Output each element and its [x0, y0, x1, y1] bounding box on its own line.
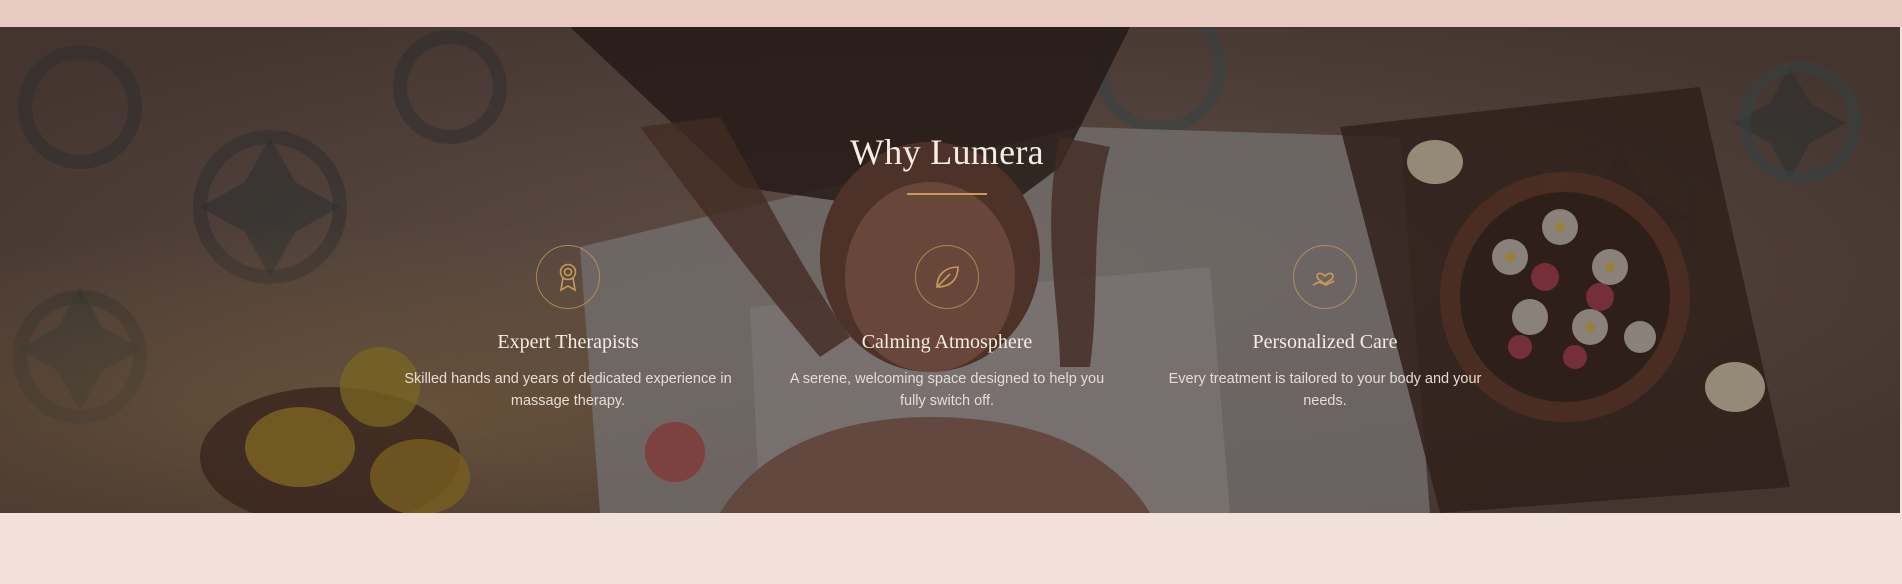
- feature-expert-therapists: Expert Therapists Skilled hands and year…: [398, 245, 738, 412]
- award-ribbon-icon: [536, 245, 600, 309]
- title-underline: [907, 193, 987, 195]
- section-title: Why Lumera: [850, 132, 1044, 172]
- heart-hand-icon: [1293, 245, 1357, 309]
- feature-personalized-care: Personalized Care Every treatment is tai…: [1155, 245, 1495, 412]
- feature-description: A serene, welcoming space designed to he…: [789, 371, 1105, 409]
- top-strip: [0, 0, 1902, 27]
- page-background-bottom: [0, 513, 1902, 584]
- feature-title: Calming Atmosphere: [861, 331, 1033, 353]
- feature-title: Personalized Care: [1252, 331, 1398, 353]
- feature-calming-atmosphere: Calming Atmosphere A serene, welcoming s…: [777, 245, 1117, 412]
- why-lumera-section: Why Lumera Expert Therapists Skilled han…: [0, 27, 1900, 513]
- feature-description: Every treatment is tailored to your body…: [1168, 371, 1482, 409]
- leaf-icon: [915, 245, 979, 309]
- feature-description: Skilled hands and years of dedicated exp…: [404, 371, 732, 409]
- feature-title: Expert Therapists: [497, 331, 639, 353]
